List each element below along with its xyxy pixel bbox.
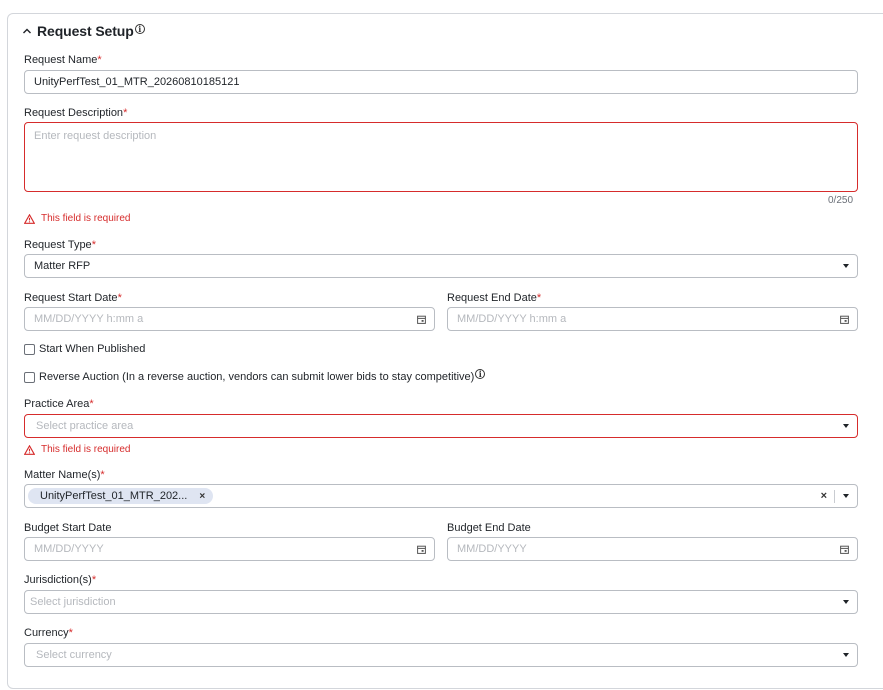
start-when-published-row[interactable]: Start When Published bbox=[24, 343, 145, 355]
required-mark: * bbox=[91, 574, 97, 586]
calendar-icon[interactable] bbox=[840, 545, 849, 554]
reverse-auction-checkbox[interactable] bbox=[24, 371, 35, 383]
jurisdictions-select[interactable]: Select jurisdiction bbox=[24, 590, 858, 614]
required-mark: * bbox=[100, 469, 105, 481]
budget-start-date-input[interactable]: MM/DD/YYYY bbox=[24, 537, 435, 561]
chip-remove-icon[interactable]: × bbox=[199, 491, 205, 502]
request-type-select[interactable]: Matter RFP bbox=[24, 254, 858, 278]
caret-down-icon[interactable] bbox=[843, 264, 849, 268]
budget-start-date-label: Budget Start Date bbox=[24, 522, 111, 534]
currency-select[interactable]: Select currency bbox=[24, 643, 858, 667]
caret-down-icon[interactable] bbox=[843, 494, 849, 498]
calendar-icon[interactable] bbox=[417, 545, 426, 554]
request-description-placeholder: Enter request description bbox=[34, 130, 157, 142]
practice-area-error: This field is required bbox=[24, 444, 130, 455]
required-mark: * bbox=[123, 107, 128, 119]
label-text: Jurisdiction(s) bbox=[24, 574, 92, 586]
character-counter: 0/250 bbox=[828, 195, 854, 206]
required-mark: * bbox=[68, 627, 73, 639]
request-type-label: Request Type* bbox=[24, 239, 96, 251]
checkbox-label: Reverse Auction (In a reverse auction, v… bbox=[39, 371, 475, 383]
matter-names-label: Matter Name(s)* bbox=[24, 469, 105, 481]
label-text: Request End Date bbox=[447, 292, 537, 304]
info-icon[interactable]: i bbox=[475, 369, 486, 379]
practice-area-label: Practice Area* bbox=[24, 398, 94, 410]
checkbox-label: Start When Published bbox=[39, 343, 146, 355]
request-description-error: This field is required bbox=[24, 213, 130, 224]
chevron-up-icon[interactable] bbox=[22, 26, 32, 36]
request-end-date-placeholder: MM/DD/YYYY h:mm a bbox=[457, 313, 567, 325]
label-text: Budget Start Date bbox=[24, 522, 112, 534]
budget-start-date-placeholder: MM/DD/YYYY bbox=[34, 543, 104, 555]
error-text: This field is required bbox=[41, 213, 131, 224]
budget-end-date-input[interactable]: MM/DD/YYYY bbox=[447, 537, 858, 561]
matter-chip: UnityPerfTest_01_MTR_202... × bbox=[28, 488, 214, 504]
caret-down-icon[interactable] bbox=[843, 653, 849, 657]
request-end-date-input[interactable]: MM/DD/YYYY h:mm a bbox=[447, 307, 858, 331]
matter-names-multiselect[interactable]: UnityPerfTest_01_MTR_202... × × bbox=[24, 484, 858, 508]
label-text: Matter Name(s) bbox=[24, 469, 101, 481]
calendar-icon[interactable] bbox=[840, 315, 849, 324]
request-description-label: Request Description* bbox=[24, 107, 127, 119]
label-text: Request Type bbox=[24, 239, 92, 251]
warning-icon bbox=[24, 444, 35, 455]
caret-down-icon[interactable] bbox=[843, 600, 849, 604]
label-text: Request Name bbox=[24, 54, 98, 66]
reverse-auction-row[interactable]: Reverse Auction (In a reverse auction, v… bbox=[24, 369, 486, 383]
label-text: Request Description bbox=[24, 107, 124, 119]
separator bbox=[834, 490, 835, 503]
request-type-value: Matter RFP bbox=[34, 260, 91, 272]
required-mark: * bbox=[117, 292, 122, 304]
request-name-input[interactable]: UnityPerfTest_01_MTR_20260810185121 bbox=[24, 70, 858, 94]
section-header[interactable]: Request Setup i bbox=[22, 22, 145, 40]
currency-placeholder: Select currency bbox=[36, 649, 112, 661]
calendar-icon[interactable] bbox=[417, 315, 426, 324]
required-mark: * bbox=[89, 398, 94, 410]
practice-area-placeholder: Select practice area bbox=[36, 420, 134, 432]
required-mark: * bbox=[97, 54, 102, 66]
request-end-date-label: Request End Date* bbox=[447, 292, 541, 304]
required-mark: * bbox=[91, 239, 96, 251]
request-start-date-label: Request Start Date* bbox=[24, 292, 122, 304]
label-text: Request Start Date bbox=[24, 292, 118, 304]
request-name-value: UnityPerfTest_01_MTR_20260810185121 bbox=[34, 76, 240, 88]
error-text: This field is required bbox=[41, 444, 131, 455]
matter-chip-label: UnityPerfTest_01_MTR_202... bbox=[40, 490, 188, 502]
required-mark: * bbox=[536, 292, 542, 304]
currency-label: Currency* bbox=[24, 627, 73, 639]
info-icon[interactable]: i bbox=[134, 24, 145, 34]
practice-area-select[interactable]: Select practice area bbox=[24, 414, 858, 438]
label-text: Budget End Date bbox=[447, 522, 531, 534]
budget-end-date-placeholder: MM/DD/YYYY bbox=[457, 543, 527, 555]
request-start-date-placeholder: MM/DD/YYYY h:mm a bbox=[34, 313, 144, 325]
jurisdictions-label: Jurisdiction(s)* bbox=[24, 574, 96, 586]
budget-end-date-label: Budget End Date bbox=[447, 522, 531, 534]
start-when-published-checkbox[interactable] bbox=[24, 343, 35, 355]
request-name-label: Request Name* bbox=[24, 54, 102, 66]
section-title: Request Setup bbox=[37, 23, 134, 39]
jurisdictions-placeholder: Select jurisdiction bbox=[30, 596, 116, 608]
warning-icon bbox=[24, 213, 35, 224]
request-description-textarea[interactable]: Enter request description bbox=[24, 122, 858, 192]
label-text: Practice Area bbox=[24, 398, 90, 410]
clear-icon[interactable]: × bbox=[821, 490, 827, 502]
request-start-date-input[interactable]: MM/DD/YYYY h:mm a bbox=[24, 307, 435, 331]
label-text: Currency bbox=[24, 627, 69, 639]
caret-down-icon[interactable] bbox=[843, 424, 849, 428]
